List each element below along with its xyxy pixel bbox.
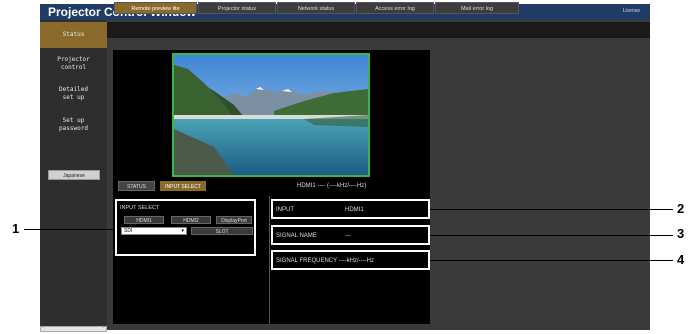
sidebar-item-label: Set up password: [59, 117, 88, 132]
signal-frequency: SIGNAL FREQUENCY ----kHz/----Hz: [276, 258, 374, 264]
input-dropdown-value: SDI: [124, 228, 133, 234]
callout-line-1: [24, 229, 115, 230]
horizontal-scrollbar[interactable]: ‹ ›: [40, 324, 107, 332]
sidebar-item-label: Status: [62, 31, 85, 38]
hdmi2-button[interactable]: HDMI2: [171, 216, 211, 224]
sidebar-item-setup-password[interactable]: Set up password: [40, 113, 107, 137]
panel-divider: [269, 196, 270, 324]
callout-line-3: [430, 235, 673, 236]
input-select-panel: INPUT SELECT HDMI1 HDMI2 DisplayPort SDI…: [115, 199, 256, 256]
tab-bar: [107, 22, 650, 38]
status-button[interactable]: STATUS: [118, 181, 155, 191]
input-dropdown[interactable]: SDI ▾: [121, 227, 187, 235]
callout-2: 2: [677, 201, 685, 216]
input-label: INPUT: [276, 207, 294, 213]
landscape-image: [174, 55, 368, 175]
signal-header: HDMI1 ---- (----kHz/----Hz): [297, 183, 367, 189]
preview-image: [172, 53, 370, 177]
input-value: HDMI1: [345, 207, 364, 213]
signal-name-box: SIGNAL NAME ---: [271, 225, 430, 245]
scroll-right-icon[interactable]: ›: [103, 324, 105, 330]
signal-name-value: ---: [345, 233, 351, 239]
callout-1: 1: [12, 221, 20, 236]
displayport-button[interactable]: DisplayPort: [216, 216, 252, 224]
sidebar-item-status[interactable]: Status: [40, 22, 107, 48]
sidebar-item-projector-control[interactable]: Projector control: [40, 52, 107, 76]
scroll-left-icon[interactable]: ‹: [42, 324, 44, 330]
callout-3: 3: [677, 226, 685, 241]
callout-line-4: [430, 260, 673, 261]
tab-projector-status[interactable]: Projector status: [198, 2, 276, 14]
tab-access-error-log[interactable]: Access error log: [356, 2, 434, 14]
chevron-down-icon: ▾: [181, 228, 184, 234]
hdmi1-button[interactable]: HDMI1: [124, 216, 164, 224]
signal-name-label: SIGNAL NAME: [276, 233, 317, 239]
license-link[interactable]: License: [623, 8, 640, 14]
callout-line-2: [430, 209, 673, 210]
input-select-title: INPUT SELECT: [120, 205, 160, 211]
japanese-button[interactable]: Japanese: [48, 170, 100, 180]
sidebar-item-label: Detailed set up: [59, 86, 88, 101]
input-select-button[interactable]: INPUT SELECT: [160, 181, 206, 191]
tab-mail-error-log[interactable]: Mail error log: [435, 2, 519, 14]
tab-network-status[interactable]: Network status: [277, 2, 355, 14]
callout-4: 4: [677, 252, 685, 267]
slot-button[interactable]: SLOT: [191, 227, 253, 235]
signal-frequency-box: SIGNAL FREQUENCY ----kHz/----Hz: [271, 250, 430, 270]
sidebar-item-label: Projector control: [57, 56, 90, 71]
input-info-box: INPUT HDMI1: [271, 199, 430, 219]
tab-remote-preview-lite[interactable]: Remote preview lite: [114, 2, 197, 14]
sidebar-item-detailed-setup[interactable]: Detailed set up: [40, 82, 107, 106]
